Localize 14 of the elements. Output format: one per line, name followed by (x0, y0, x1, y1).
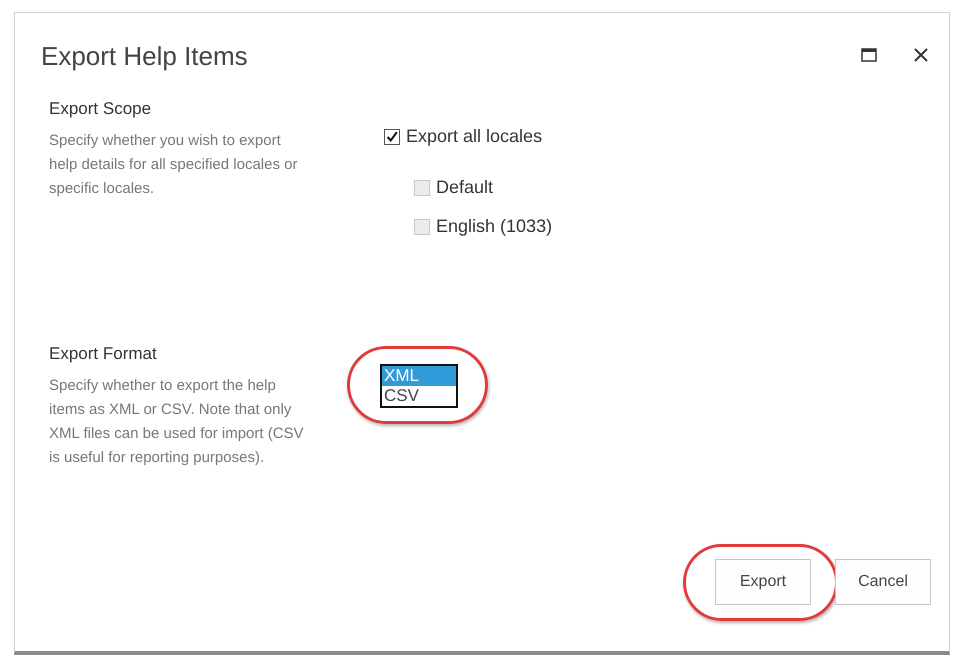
checkbox[interactable] (384, 128, 400, 144)
checkbox-label: Default (436, 177, 494, 198)
dialog-title: Export Help Items (41, 41, 249, 72)
format-listbox[interactable]: XML CSV (380, 364, 458, 408)
dialog-button[interactable]: Export (715, 559, 811, 605)
section-heading: Export Format (49, 344, 158, 364)
checkbox-label: English (1033) (436, 216, 552, 237)
close-icon[interactable] (913, 47, 929, 63)
dialog-button[interactable]: Cancel (835, 559, 931, 605)
section-description: Specify whether to export the help items as XML or CSV. Note that only XML files can be used for import (CSV is useful for reporting purposes). (49, 376, 305, 468)
checkbox-label: Export all locales (406, 126, 542, 147)
maximize-icon[interactable] (861, 47, 877, 63)
section-description: Specify whether you wish to export help details for all specified locales or specific locales. (49, 131, 298, 199)
section-heading: Export Scope (49, 99, 152, 119)
